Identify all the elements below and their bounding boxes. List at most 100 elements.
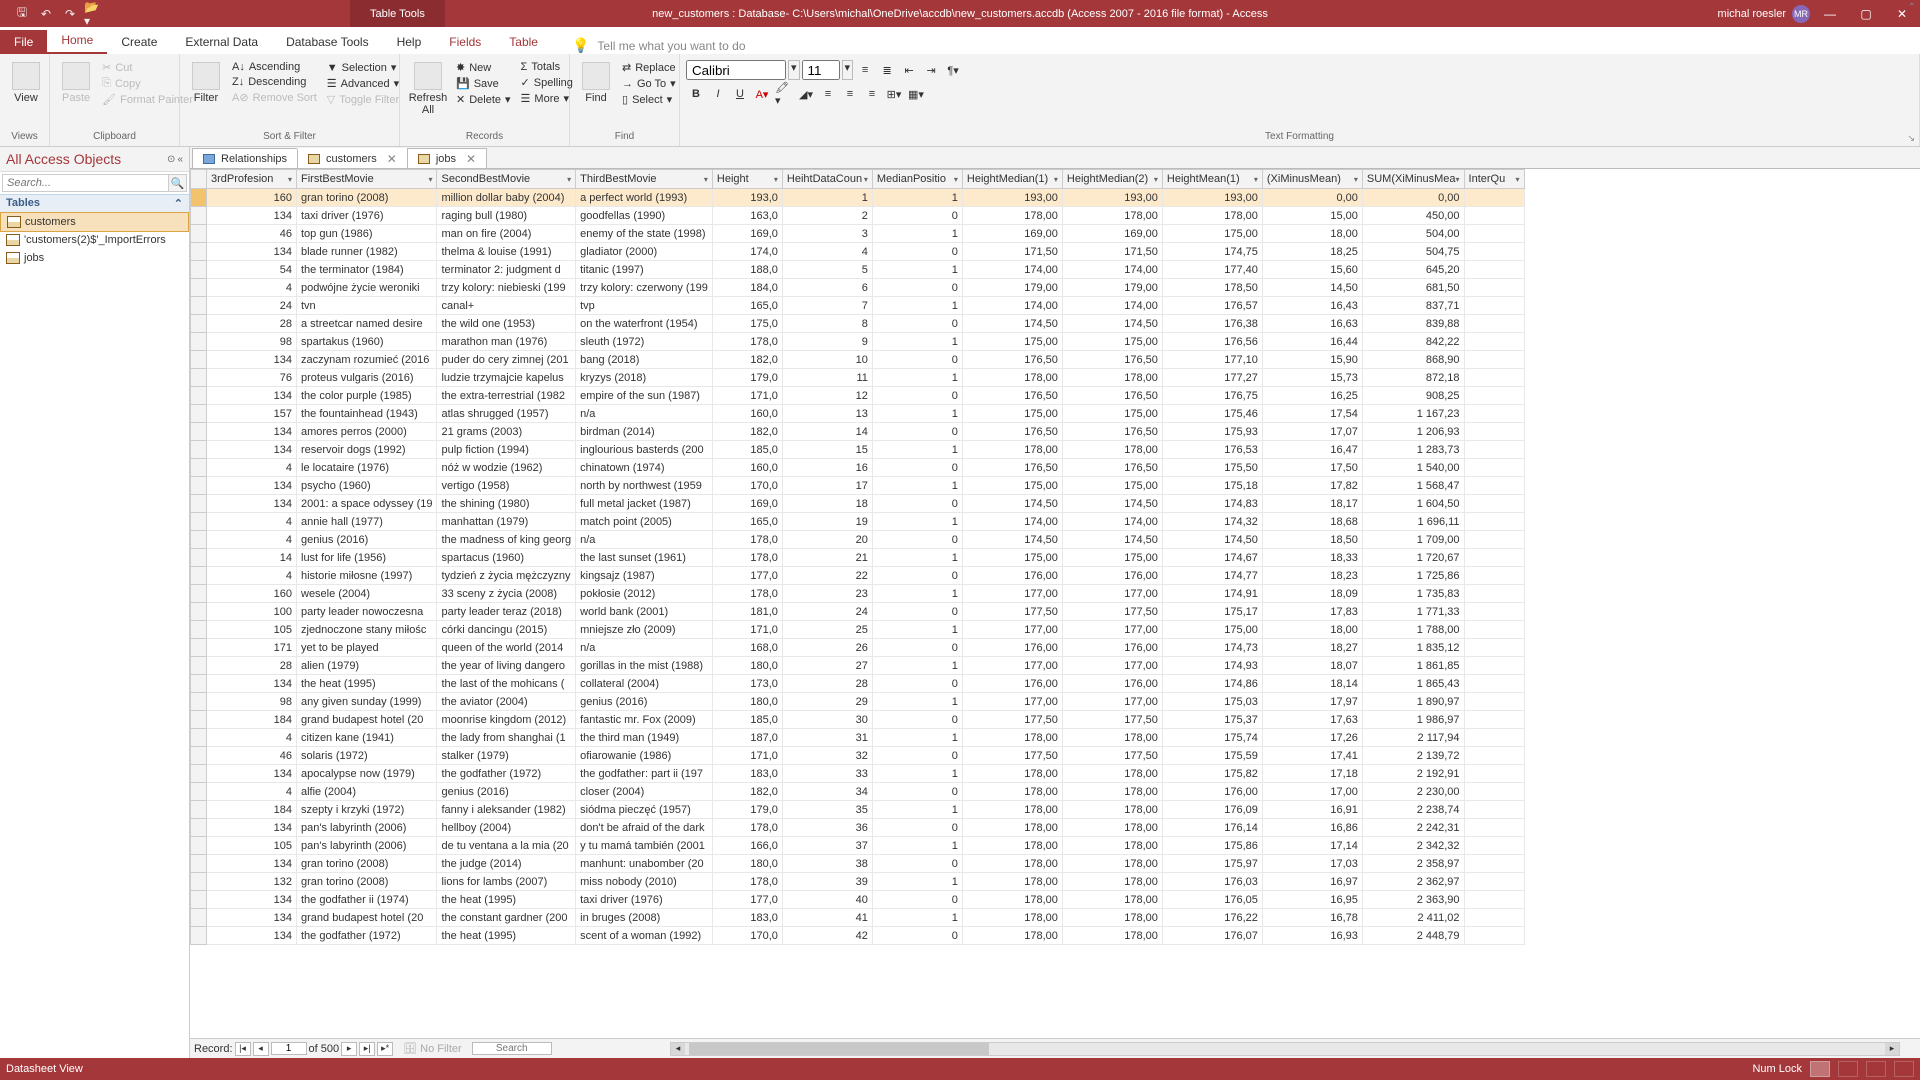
row-selector[interactable] (191, 315, 207, 333)
cell[interactable]: match point (2005) (576, 513, 713, 531)
row-selector[interactable] (191, 657, 207, 675)
row-selector[interactable] (191, 333, 207, 351)
cell[interactable]: 18,27 (1262, 639, 1362, 657)
cell[interactable]: 1 (872, 333, 962, 351)
column-header[interactable]: SUM(XiMinusMea▾ (1362, 170, 1464, 189)
remove-sort-button[interactable]: A⊘Remove Sort (228, 90, 321, 105)
column-header[interactable]: Height▾ (712, 170, 782, 189)
cell[interactable]: 176,00 (1162, 783, 1262, 801)
cell[interactable]: 17,18 (1262, 765, 1362, 783)
column-filter-icon[interactable]: ▾ (1354, 175, 1358, 184)
cell[interactable]: 169,0 (712, 495, 782, 513)
cell[interactable]: 160 (207, 585, 297, 603)
cell[interactable]: million dollar baby (2004) (437, 189, 576, 207)
cell[interactable]: 19 (782, 513, 872, 531)
row-selector[interactable] (191, 531, 207, 549)
tab-close-icon[interactable]: ✕ (387, 152, 397, 166)
cell[interactable]: 178,00 (962, 729, 1062, 747)
cell[interactable]: 176,50 (962, 351, 1062, 369)
row-selector[interactable] (191, 801, 207, 819)
align-right-button[interactable]: ≡ (862, 84, 882, 104)
cell[interactable]: 0 (872, 603, 962, 621)
cell[interactable]: 178,0 (712, 873, 782, 891)
cell[interactable]: 2 411,02 (1362, 909, 1464, 927)
cell[interactable] (1464, 765, 1524, 783)
object-tab[interactable]: jobs✕ (407, 148, 487, 168)
column-filter-icon[interactable]: ▾ (774, 175, 778, 184)
cell[interactable]: proteus vulgaris (2016) (297, 369, 437, 387)
cell[interactable]: 2 (782, 207, 872, 225)
row-selector[interactable] (191, 729, 207, 747)
cell[interactable]: 171,0 (712, 621, 782, 639)
cell[interactable]: 0 (872, 927, 962, 945)
row-selector[interactable] (191, 891, 207, 909)
cell[interactable]: 18,68 (1262, 513, 1362, 531)
cell[interactable]: 173,0 (712, 675, 782, 693)
column-filter-icon[interactable]: ▾ (288, 175, 292, 184)
cell[interactable]: 178,00 (1162, 207, 1262, 225)
cell[interactable]: 18,14 (1262, 675, 1362, 693)
cell[interactable]: scent of a woman (1992) (576, 927, 713, 945)
cell[interactable] (1464, 423, 1524, 441)
cell[interactable]: bang (2018) (576, 351, 713, 369)
paste-button[interactable]: Paste (56, 60, 96, 106)
cell[interactable]: 166,0 (712, 837, 782, 855)
cell[interactable]: the godfather (1972) (297, 927, 437, 945)
cell[interactable]: grand budapest hotel (20 (297, 711, 437, 729)
cell[interactable]: 165,0 (712, 513, 782, 531)
cell[interactable]: 17 (782, 477, 872, 495)
cell[interactable]: 8 (782, 315, 872, 333)
cell[interactable]: 134 (207, 675, 297, 693)
cell[interactable]: taxi driver (1976) (297, 207, 437, 225)
cell[interactable]: 183,0 (712, 765, 782, 783)
cell[interactable]: 15 (782, 441, 872, 459)
cell[interactable]: 176,50 (1062, 387, 1162, 405)
cell[interactable]: 185,0 (712, 441, 782, 459)
scroll-right-icon[interactable]: ▸ (1885, 1043, 1899, 1055)
cell[interactable]: 175,59 (1162, 747, 1262, 765)
cell[interactable]: 175,00 (962, 333, 1062, 351)
cell[interactable]: 1 709,00 (1362, 531, 1464, 549)
cell[interactable]: 450,00 (1362, 207, 1464, 225)
cell[interactable]: 179,0 (712, 801, 782, 819)
cell[interactable]: titanic (1997) (576, 261, 713, 279)
cell[interactable]: 175,00 (962, 405, 1062, 423)
cell[interactable]: 176,50 (962, 423, 1062, 441)
cell[interactable]: 176,00 (1062, 639, 1162, 657)
cell[interactable]: 176,22 (1162, 909, 1262, 927)
cell[interactable]: thelma & louise (1991) (437, 243, 576, 261)
row-selector[interactable] (191, 765, 207, 783)
cell[interactable]: 504,75 (1362, 243, 1464, 261)
row-selector[interactable] (191, 261, 207, 279)
cell[interactable]: 176,00 (1062, 675, 1162, 693)
cell[interactable] (1464, 207, 1524, 225)
cell[interactable]: 174,75 (1162, 243, 1262, 261)
cell[interactable]: 24 (782, 603, 872, 621)
cell[interactable]: 171,50 (1062, 243, 1162, 261)
redo-icon[interactable]: ↷ (60, 4, 80, 24)
cell[interactable]: inglourious basterds (200 (576, 441, 713, 459)
cell[interactable] (1464, 531, 1524, 549)
cell[interactable]: the fountainhead (1943) (297, 405, 437, 423)
cell[interactable]: 0 (872, 423, 962, 441)
cell[interactable]: 1 (872, 765, 962, 783)
row-selector[interactable] (191, 369, 207, 387)
cell[interactable]: 175,17 (1162, 603, 1262, 621)
row-selector[interactable] (191, 387, 207, 405)
cell[interactable]: 31 (782, 729, 872, 747)
cell[interactable]: 17,63 (1262, 711, 1362, 729)
cell[interactable]: psycho (1960) (297, 477, 437, 495)
column-filter-icon[interactable]: ▾ (1154, 175, 1158, 184)
sql-view-button[interactable] (1866, 1061, 1886, 1077)
cell[interactable]: 0 (872, 783, 962, 801)
cell[interactable]: kingsajz (1987) (576, 567, 713, 585)
cell[interactable]: annie hall (1977) (297, 513, 437, 531)
bullets-button[interactable]: ≡ (855, 60, 875, 80)
cell[interactable] (1464, 603, 1524, 621)
cell[interactable] (1464, 711, 1524, 729)
collapse-ribbon-icon[interactable]: ⌃ (1908, 2, 1916, 13)
cell[interactable]: 175,86 (1162, 837, 1262, 855)
cell[interactable]: 177,00 (962, 585, 1062, 603)
cell[interactable]: 178,00 (962, 837, 1062, 855)
row-selector[interactable] (191, 477, 207, 495)
